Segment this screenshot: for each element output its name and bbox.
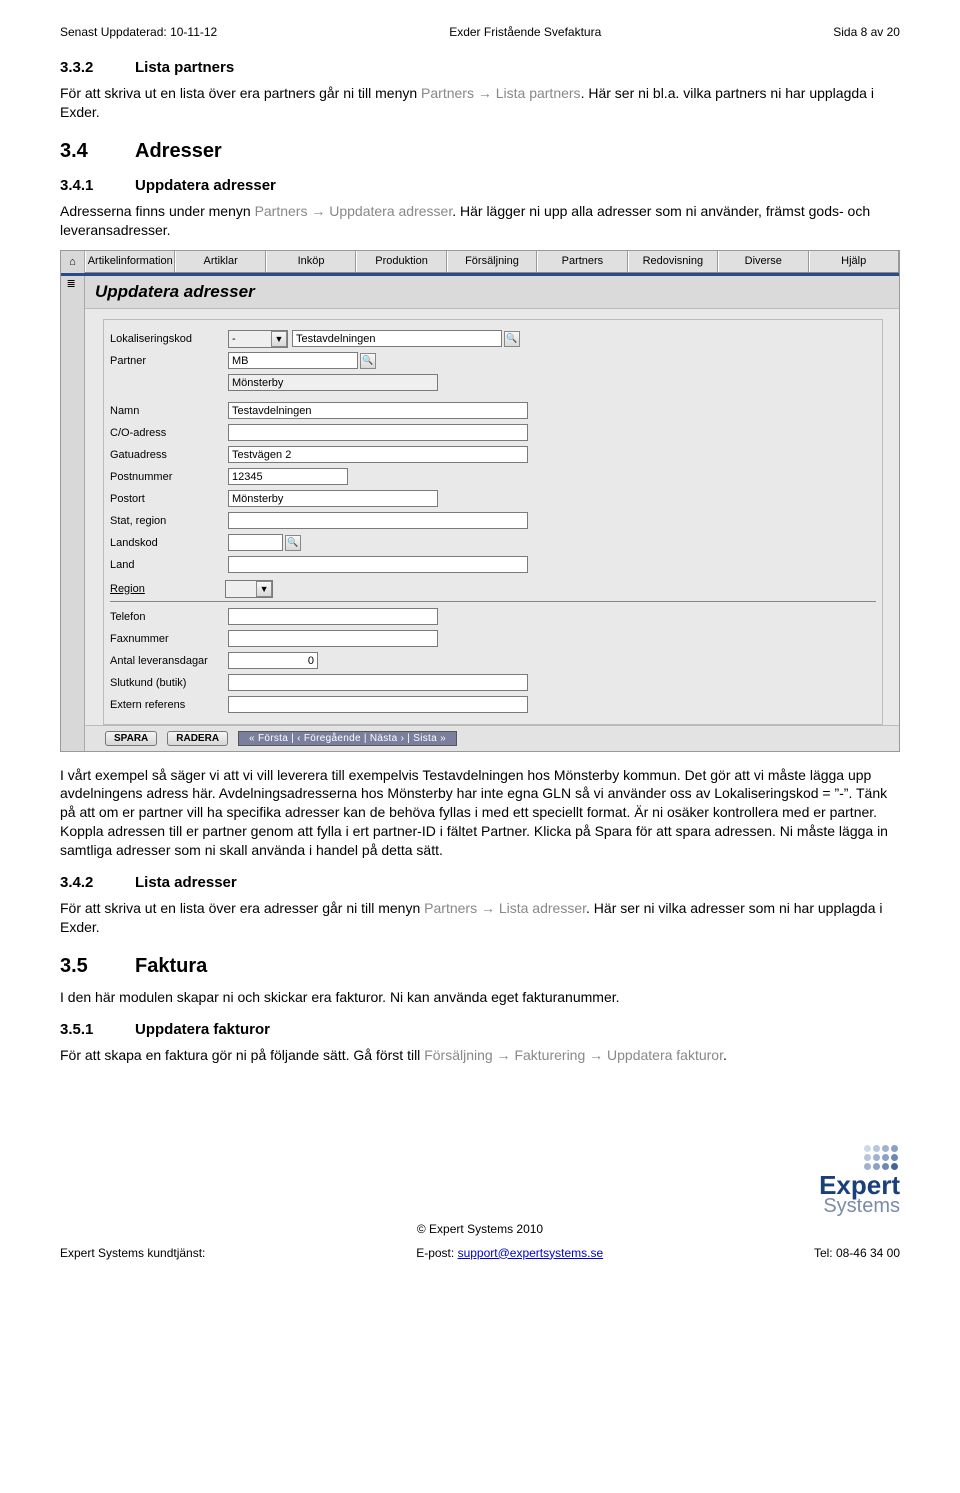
explanation-paragraph: I vårt exempel så säger vi att vi vill l… xyxy=(60,766,900,860)
menu-artikelinformation[interactable]: Artikelinformation (VCD) xyxy=(85,251,175,272)
chevron-down-icon[interactable]: ▼ xyxy=(271,331,287,347)
label-leveransdagar: Antal leveransdagar xyxy=(110,655,228,667)
footer-mid: E-post: support@expertsystems.se xyxy=(416,1246,603,1260)
label-faxnummer: Faxnummer xyxy=(110,633,228,645)
partner-name-readonly: Mönsterby xyxy=(228,374,438,391)
postnummer-input[interactable]: 12345 xyxy=(228,468,348,485)
label-slutkund: Slutkund (butik) xyxy=(110,677,228,689)
partner-code-input[interactable]: MB xyxy=(228,352,358,369)
label-namn: Namn xyxy=(110,405,228,417)
label-extern-referens: Extern referens xyxy=(110,699,228,711)
para-3-5: I den här modulen skapar ni och skickar … xyxy=(60,988,900,1007)
region-select[interactable]: ▼ xyxy=(225,580,273,598)
heading-3-4-1: 3.4.1Uppdatera adresser xyxy=(60,177,900,194)
page-header: Senast Uppdaterad: 10-11-12 Exder Fristå… xyxy=(60,25,900,39)
menu-path: Partners → Uppdatera adresser xyxy=(255,203,453,219)
namn-input[interactable]: Testavdelningen xyxy=(228,402,528,419)
menu-forsaljning[interactable]: Försäljning xyxy=(447,251,537,272)
para-3-4-1: Adresserna finns under menyn Partners → … xyxy=(60,202,900,240)
menu-inkop[interactable]: Inköp xyxy=(266,251,356,272)
header-right: Sida 8 av 20 xyxy=(833,25,900,39)
label-co: C/O-adress xyxy=(110,427,228,439)
label-telefon: Telefon xyxy=(110,611,228,623)
para-3-5-1: För att skapa en faktura gör ni på följa… xyxy=(60,1046,900,1065)
separator xyxy=(110,601,876,603)
menu-artiklar[interactable]: Artiklar xyxy=(175,251,265,272)
menubar: Artikelinformation (VCD) Artiklar Inköp … xyxy=(85,251,899,273)
footer-left: Expert Systems kundtjänst: xyxy=(60,1246,205,1260)
home-icon[interactable]: ⌂ xyxy=(69,256,76,268)
menu-path: Försäljning → Fakturering → Uppdatera fa… xyxy=(424,1047,723,1063)
spara-button[interactable]: SPARA xyxy=(105,731,157,746)
record-pager[interactable]: « Första | ‹ Föregående | Nästa › | Sist… xyxy=(238,731,457,746)
landskod-input[interactable] xyxy=(228,534,283,551)
list-icon[interactable]: ≣ xyxy=(67,279,79,290)
heading-3-5-1: 3.5.1Uppdatera fakturor xyxy=(60,1021,900,1038)
app-screenshot: ⌂ Artikelinformation (VCD) Artiklar Inkö… xyxy=(60,250,900,752)
label-stat-region: Stat, region xyxy=(110,515,228,527)
menu-diverse[interactable]: Diverse xyxy=(718,251,808,272)
gatuadress-input[interactable]: Testvägen 2 xyxy=(228,446,528,463)
label-land: Land xyxy=(110,559,228,571)
heading-3-3-2: 3.3.2Lista partners xyxy=(60,59,900,76)
address-form: Lokaliseringskod - ▼ Testavdelningen 🔍 P… xyxy=(103,319,883,725)
search-icon[interactable]: 🔍 xyxy=(285,535,301,551)
label-postnummer: Postnummer xyxy=(110,471,228,483)
slutkund-input[interactable] xyxy=(228,674,528,691)
search-icon[interactable]: 🔍 xyxy=(504,331,520,347)
footer-right: Tel: 08-46 34 00 xyxy=(814,1246,900,1260)
menu-produktion[interactable]: Produktion xyxy=(356,251,446,272)
form-title: Uppdatera adresser xyxy=(85,276,899,309)
label-lokaliseringskod: Lokaliseringskod xyxy=(110,333,228,345)
co-input[interactable] xyxy=(228,424,528,441)
menu-redovisning[interactable]: Redovisning xyxy=(628,251,718,272)
copyright: © Expert Systems 2010 xyxy=(60,1222,900,1236)
chevron-down-icon[interactable]: ▼ xyxy=(256,581,272,597)
heading-3-4: 3.4Adresser xyxy=(60,140,900,163)
extern-referens-input[interactable] xyxy=(228,696,528,713)
label-partner: Partner xyxy=(110,355,228,367)
header-left: Senast Uppdaterad: 10-11-12 xyxy=(60,25,217,39)
stat-region-input[interactable] xyxy=(228,512,528,529)
company-logo: ExpertSystems xyxy=(60,1145,900,1218)
heading-3-4-2: 3.4.2Lista adresser xyxy=(60,874,900,891)
search-icon[interactable]: 🔍 xyxy=(360,353,376,369)
label-gatuadress: Gatuadress xyxy=(110,449,228,461)
postort-input[interactable]: Mönsterby xyxy=(228,490,438,507)
support-email-link[interactable]: support@expertsystems.se xyxy=(458,1246,604,1260)
fax-input[interactable] xyxy=(228,630,438,647)
menu-path: Partners → Lista adresser xyxy=(424,900,586,916)
region-section-label: Region xyxy=(104,583,222,595)
label-postort: Postort xyxy=(110,493,228,505)
page-footer: ExpertSystems © Expert Systems 2010 Expe… xyxy=(60,1145,900,1260)
left-icon-strip-top: ⌂ xyxy=(61,251,85,273)
heading-3-5: 3.5Faktura xyxy=(60,955,900,978)
label-landskod: Landskod xyxy=(110,537,228,549)
para-3-4-2: För att skriva ut en lista över era adre… xyxy=(60,899,900,937)
lokaliseringskod-select[interactable]: - ▼ xyxy=(228,330,288,348)
header-center: Exder Fristående Svefaktura xyxy=(449,25,601,39)
land-input[interactable] xyxy=(228,556,528,573)
leveransdagar-input[interactable]: 0 xyxy=(228,652,318,669)
lokaliseringskod-name-input[interactable]: Testavdelningen xyxy=(292,330,502,347)
telefon-input[interactable] xyxy=(228,608,438,625)
radera-button[interactable]: RADERA xyxy=(167,731,228,746)
para-3-3-2: För att skriva ut en lista över era part… xyxy=(60,84,900,122)
form-toolbar: SPARA RADERA « Första | ‹ Föregående | N… xyxy=(85,725,899,751)
menu-path: Partners → Lista partners xyxy=(421,85,581,101)
menu-partners[interactable]: Partners xyxy=(537,251,627,272)
menu-hjalp[interactable]: Hjälp xyxy=(809,251,899,272)
